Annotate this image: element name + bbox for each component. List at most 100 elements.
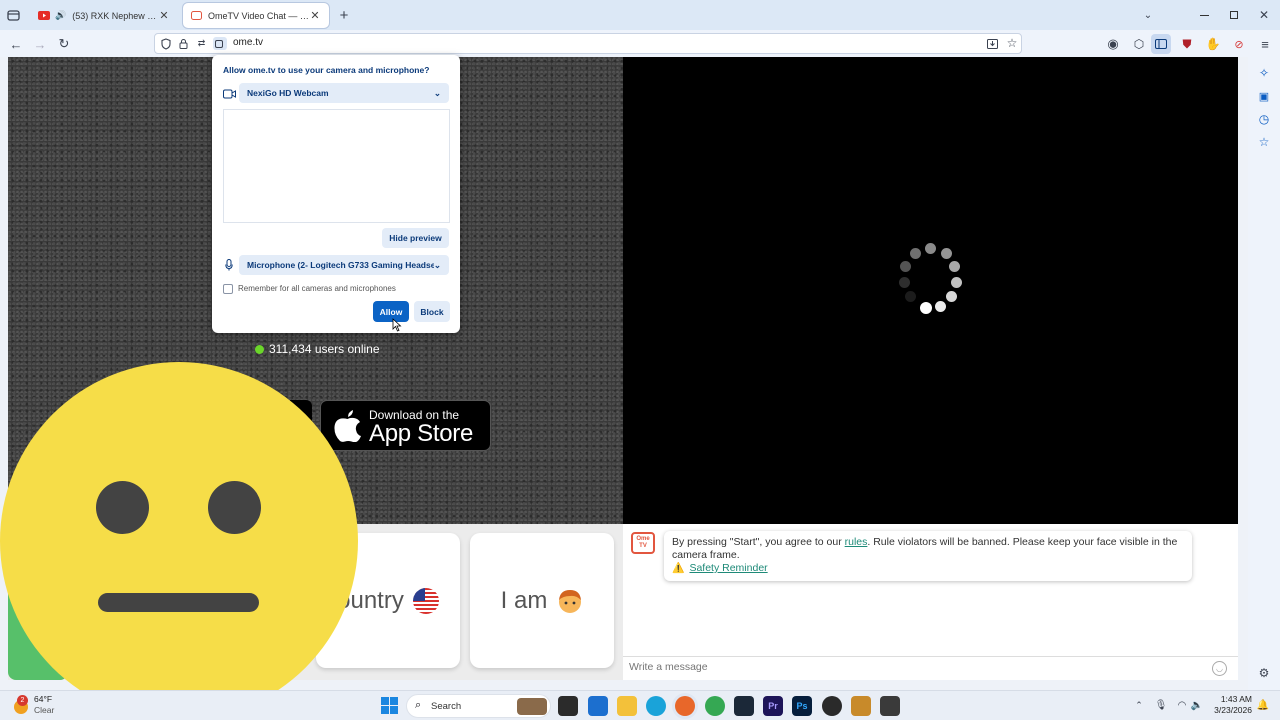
warning-icon: ⚠️ [672,563,685,574]
new-tab-icon[interactable]: + [336,7,352,24]
youtube-icon [38,11,50,20]
search-highlight-icon [517,698,547,715]
block-button[interactable]: Block [414,301,450,322]
window-close-icon[interactable]: ✕ [1256,7,1272,23]
volume-icon[interactable]: 🔈 [1190,698,1204,712]
search-label: Search [431,701,462,712]
bookmarks-icon[interactable]: ☆ [1256,134,1272,150]
dislike-extension-icon[interactable]: ✋ [1204,35,1222,53]
premiere-pro-icon[interactable]: Pr [763,696,783,716]
loading-spinner [890,237,970,317]
wifi-icon[interactable]: ◠ [1175,698,1189,712]
tab-title: OmeTV Video Chat — Omegle [208,10,309,21]
mouse-cursor-icon [392,318,402,332]
chevron-down-icon: ⌄ [433,87,441,98]
bookmark-star-icon[interactable]: ☆ [1005,36,1019,50]
ai-chatbot-icon[interactable]: ✧ [1256,65,1272,81]
url-text[interactable]: ome.tv [233,37,263,48]
iam-label: I am [500,586,548,614]
allow-button[interactable]: Allow [373,301,409,322]
clock-time[interactable]: 1:43 AM [1212,694,1252,704]
us-flag-icon [412,587,439,614]
game-icon[interactable] [851,696,871,716]
chevron-down-icon: ⌄ [433,259,441,270]
edge-icon[interactable] [646,696,666,716]
app-store-button[interactable]: Download on the App Store [320,400,491,451]
microphone-icon [222,258,236,272]
tab-ometv[interactable]: OmeTV Video Chat — Omegle ✕ [183,3,329,28]
back-icon[interactable]: ← [8,36,24,52]
appstore-bottom-text: App Store [369,420,474,447]
url-bar[interactable]: ⇄ ome.tv ☆ [154,33,1022,54]
emoji-picker-icon[interactable]: ◡ [1212,661,1227,676]
sidebar-toggle-icon[interactable] [1151,34,1171,54]
permission-popup: Allow ome.tv to use your camera and micr… [212,55,460,333]
weather-badge: 2 [17,695,28,706]
message-field[interactable] [629,661,1189,673]
firefox-icon[interactable] [675,696,695,716]
microphone-tray-icon[interactable]: 🎙 [1154,698,1168,712]
emoji-mouth [98,593,259,612]
tab-overview-icon[interactable] [5,7,21,23]
steam-icon[interactable] [734,696,754,716]
safety-reminder-link[interactable]: Safety Reminder [689,562,767,575]
chevron-up-icon[interactable]: ⌃ [1132,698,1146,712]
camera-permission-icon[interactable] [213,37,227,50]
weather-icon[interactable]: 2 [12,695,30,714]
chrome-icon[interactable] [705,696,725,716]
camera-select[interactable]: NexiGo HD Webcam ⌄ [239,83,449,103]
rules-notice: By pressing "Start", you agree to our ru… [664,531,1192,581]
obs-icon[interactable] [822,696,842,716]
remember-label: Remember for all cameras and microphones [238,284,396,293]
account-icon[interactable]: ◉ [1104,35,1122,53]
close-tab-icon[interactable]: ✕ [158,9,170,22]
neutral-face-emoji-icon [0,362,358,720]
app-icon[interactable] [880,696,900,716]
microphone-select[interactable]: Microphone (2- Logitech G733 Gaming Head… [239,255,449,275]
extension-icon[interactable]: ⊘ [1230,35,1248,53]
history-icon[interactable]: ◷ [1256,111,1272,127]
reload-icon[interactable]: ↻ [56,36,72,52]
windows-start-icon[interactable] [381,697,398,714]
tab-title: (53) RXK Nephew - 04 Track [72,10,158,21]
speaker-icon[interactable]: 🔊 [55,10,66,21]
taskbar-search[interactable]: ⌕ Search [406,694,551,718]
photoshop-icon[interactable]: Ps [792,696,812,716]
close-tab-icon[interactable]: ✕ [309,9,321,22]
weather-temp: 64°F [34,694,53,704]
users-online-text: 311,434 users online [269,342,380,356]
gender-filter-button[interactable]: I am [470,533,614,668]
minimize-icon[interactable] [1196,7,1212,23]
notification-bell-icon[interactable]: 🔔 [1257,699,1269,711]
restore-icon[interactable] [1226,7,1242,23]
ometv-favicon-icon [191,11,202,20]
permission-title: Allow ome.tv to use your camera and micr… [223,65,430,75]
clock-date[interactable]: 3/23/2026 [1206,705,1252,715]
synced-tabs-icon[interactable]: ▣ [1256,88,1272,104]
emoji-right-eye [208,481,261,534]
store-icon[interactable] [588,696,608,716]
shield-icon[interactable] [159,37,172,50]
file-explorer-icon[interactable] [617,696,637,716]
ometv-logo: Ome TV [631,532,655,554]
task-view-icon[interactable] [558,696,578,716]
microphone-select-value: Microphone (2- Logitech G733 Gaming Head… [247,260,434,270]
forward-icon[interactable]: → [32,36,48,52]
emoji-left-eye [96,481,149,534]
sidebar-settings-icon[interactable]: ⚙ [1256,665,1272,681]
list-tabs-icon[interactable]: ⌄ [1140,7,1156,23]
extensions-icon[interactable]: ⬡ [1130,35,1148,53]
remember-checkbox[interactable] [223,284,233,294]
message-input[interactable]: ◡ [623,656,1238,680]
users-online: 311,434 users online [255,342,380,356]
camera-select-value: NexiGo HD Webcam [247,88,329,98]
ublock-icon[interactable]: ⛊ [1178,35,1196,53]
permissions-icon[interactable]: ⇄ [195,37,208,50]
reader-save-icon[interactable] [985,37,999,50]
menu-icon[interactable]: ≡ [1256,35,1274,53]
lock-icon[interactable] [177,37,190,50]
taskbar: 2 64°F Clear ⌕ Search Pr Ps ⌃ 🎙 ◠ 🔈 1:43… [0,690,1280,720]
rules-link[interactable]: rules [845,536,868,548]
tab-youtube[interactable]: 🔊 (53) RXK Nephew - 04 Track ✕ [30,3,178,28]
hide-preview-button[interactable]: Hide preview [382,228,449,248]
